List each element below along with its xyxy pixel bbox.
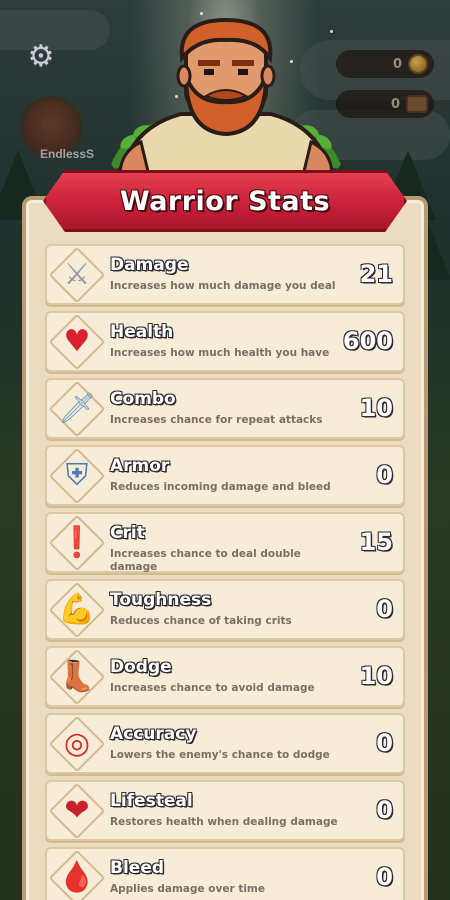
stat-value: 15 — [359, 528, 393, 556]
stat-name: Dodge — [110, 657, 172, 677]
stat-description: Reduces incoming damage and bleed — [110, 481, 331, 493]
gems-amount: 0 — [390, 96, 400, 112]
stat-description: Restores health when dealing damage — [110, 816, 338, 828]
chest-icon — [406, 95, 428, 113]
stat-description: Applies damage over time — [110, 883, 265, 895]
stat-name: Armor — [110, 456, 170, 476]
stat-value: 10 — [359, 394, 393, 422]
stat-row-accuracy[interactable]: ◎ Accuracy Lowers the enemy's chance to do… — [45, 713, 405, 774]
stat-row-combo[interactable]: 🗡 Combo Increases chance for repeat attack… — [45, 378, 405, 439]
warrior-portrait — [106, 14, 346, 186]
stat-name: Toughness — [110, 590, 212, 610]
stat-name: Combo — [110, 389, 176, 409]
stat-value: 0 — [376, 729, 393, 757]
stat-icon-frame: 🩸 — [53, 854, 101, 900]
stat-description: Increases chance for repeat attacks — [110, 414, 323, 426]
heart-icon: ♥ — [63, 324, 91, 359]
stat-value: 0 — [376, 595, 393, 623]
stat-name: Bleed — [110, 858, 165, 878]
flexed-arm-icon: 💪 — [58, 592, 96, 627]
stat-row-crit[interactable]: ❗ Crit Increases chance to deal double dam… — [45, 512, 405, 573]
crossed-swords-icon: ⚔ — [63, 257, 91, 292]
title-banner: Warrior Stats — [43, 170, 407, 232]
shield-icon: ⛨ — [65, 458, 89, 493]
gold-counter[interactable]: 0 — [336, 50, 434, 78]
stat-value: 21 — [359, 260, 393, 288]
stat-name: Health — [110, 322, 174, 342]
stat-icon-frame: 💪 — [53, 586, 101, 634]
stat-value: 600 — [342, 327, 393, 355]
player-name: EndlessS — [40, 147, 95, 161]
gems-counter[interactable]: 0 — [336, 90, 434, 118]
boot-icon: 👢 — [58, 659, 96, 694]
warrior-illustration — [111, 17, 341, 186]
stat-description: Increases chance to deal double damage — [110, 548, 301, 573]
stat-icon-frame: ❤ — [53, 787, 101, 835]
stat-value: 0 — [376, 461, 393, 489]
heart-dagger-icon: ❤ — [64, 793, 90, 828]
gold-amount: 0 — [392, 56, 402, 72]
sword-icon: 🗡 — [57, 391, 97, 426]
stat-row-damage[interactable]: ⚔ Damage Increases how much damage you dea… — [45, 244, 405, 305]
panel-title: Warrior Stats — [119, 185, 331, 217]
stat-row-bleed[interactable]: 🩸 Bleed Applies damage over time 0 — [45, 847, 405, 900]
stat-description: Increases how much health you have — [110, 347, 330, 359]
stat-row-armor[interactable]: ⛨ Armor Reduces incoming damage and bleed 0 — [45, 445, 405, 506]
settings-button[interactable]: ⚙ — [24, 40, 58, 74]
stat-row-toughness[interactable]: 💪 Toughness Reduces chance of taking crits… — [45, 579, 405, 640]
stats-list: ⚔ Damage Increases how much damage you dea… — [45, 244, 405, 900]
stat-icon-frame: ♥ — [53, 318, 101, 366]
stat-icon-frame: ⚔ — [53, 251, 101, 299]
stat-row-dodge[interactable]: 👢 Dodge Increases chance to avoid damage 10 — [45, 646, 405, 707]
stat-description: Reduces chance of taking crits — [110, 615, 292, 627]
stat-row-health[interactable]: ♥ Health Increases how much health you hav… — [45, 311, 405, 372]
stat-description: Increases how much damage you deal — [110, 280, 336, 292]
stat-description: Increases chance to avoid damage — [110, 682, 315, 694]
stat-description: Lowers the enemy's chance to dodge — [110, 749, 330, 761]
gear-icon: ⚙ — [27, 39, 55, 74]
stat-value: 10 — [359, 662, 393, 690]
stat-value: 0 — [376, 863, 393, 891]
stat-name: Lifesteal — [110, 791, 193, 811]
stat-icon-frame: 🗡 — [53, 385, 101, 433]
exclamation-burst-icon: ❗ — [58, 525, 96, 560]
stat-icon-frame: ◎ — [53, 720, 101, 768]
stat-icon-frame: ❗ — [53, 519, 101, 567]
stat-row-lifesteal[interactable]: ❤ Lifesteal Restores health when dealing d… — [45, 780, 405, 841]
target-icon: ◎ — [63, 726, 91, 761]
stat-name: Damage — [110, 255, 189, 275]
stat-icon-frame: 👢 — [53, 653, 101, 701]
stat-name: Crit — [110, 523, 145, 543]
stat-icon-frame: ⛨ — [53, 452, 101, 500]
blood-drop-icon: 🩸 — [58, 860, 96, 895]
stat-name: Accuracy — [110, 724, 197, 744]
stat-value: 0 — [376, 796, 393, 824]
gold-coin-icon — [408, 54, 428, 74]
